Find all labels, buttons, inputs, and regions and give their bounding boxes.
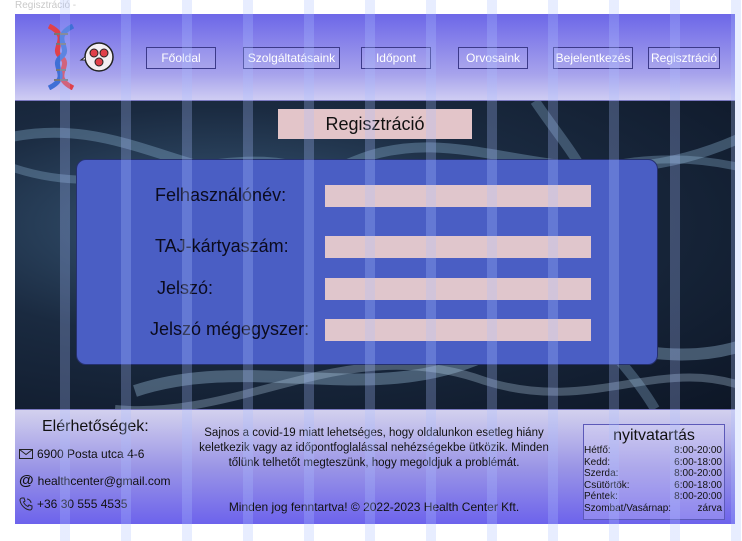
nav-szolgaltatasaink[interactable]: Szolgáltatásaink: [243, 47, 340, 69]
nav-bejelentkezes[interactable]: Bejelentkezés: [553, 47, 633, 69]
registration-form: Felhasználónév: TAJ-kártyaszám: Jelszó: …: [76, 159, 658, 365]
address-text: 6900 Posta utca 4-6: [37, 447, 145, 461]
cells-icon: [79, 42, 114, 72]
taj-input[interactable]: [325, 236, 591, 258]
email-text[interactable]: healthcenter@gmail.com: [38, 474, 171, 488]
hours-row: Péntek: 8:00-20:00: [584, 491, 722, 503]
page-title: Regisztráció: [278, 109, 472, 139]
opening-hours: nyitvatartás Hétfő: 8:00-20:00 Kedd: 6:00-…: [583, 424, 725, 520]
phone-text: +36 30 555 4535: [37, 497, 128, 511]
hours-row: Szerda: 8:00-20:00: [584, 468, 722, 480]
at-sign-icon: @: [19, 472, 34, 489]
hours-row: Hétfő: 8:00-20:00: [584, 445, 722, 456]
covid-notice: Sajnos a covid-19 miatt lehetséges, hogy…: [199, 427, 549, 469]
hero-section: Regisztráció Felhasználónév: TAJ-kártyas…: [15, 101, 735, 409]
opening-hours-title: nyitvatartás: [613, 427, 695, 444]
page-frame: Főoldal Szolgáltatásaink Időpont Orvosai…: [15, 14, 735, 524]
header: Főoldal Szolgáltatásaink Időpont Orvosai…: [15, 14, 735, 101]
logo[interactable]: [43, 23, 121, 91]
hours-row: Csütörtök: 6:00-18:00: [584, 479, 722, 491]
email-row: @ healthcenter@gmail.com: [19, 472, 171, 489]
taj-label: TAJ-kártyaszám:: [155, 236, 289, 256]
hours-row: Kedd: 6:00-18:00: [584, 456, 722, 468]
username-label: Felhasználónév:: [155, 185, 287, 205]
envelope-icon: [19, 449, 33, 459]
nav-idopont[interactable]: Időpont: [361, 47, 431, 69]
nav-orvosaink[interactable]: Orvosaink: [458, 47, 528, 69]
nav-fooldal[interactable]: Főoldal: [146, 47, 216, 69]
window-title: Regisztráció -: [15, 0, 77, 11]
nav-regisztracio[interactable]: Regisztráció: [648, 47, 720, 69]
address-row: 6900 Posta utca 4-6: [19, 447, 144, 461]
username-input[interactable]: [325, 185, 591, 207]
footer: Elérhetőségek: 6900 Posta utca 4-6 @ hea…: [15, 409, 735, 524]
hours-row: Szombat/Vasárnap: zárva: [584, 502, 722, 514]
password-label: Jelszó:: [157, 278, 214, 298]
copyright: Minden jog fenntartva! © 2022-2023 Healt…: [228, 500, 520, 514]
phone-icon: [19, 497, 33, 511]
dna-helix-icon: [47, 23, 114, 91]
password-input[interactable]: [325, 278, 591, 300]
contact-title: Elérhetőségek:: [42, 418, 149, 435]
phone-row: +36 30 555 4535: [19, 497, 127, 511]
password-confirm-input[interactable]: [325, 319, 591, 341]
password-confirm-label: Jelszó mégegyszer:: [150, 319, 310, 339]
